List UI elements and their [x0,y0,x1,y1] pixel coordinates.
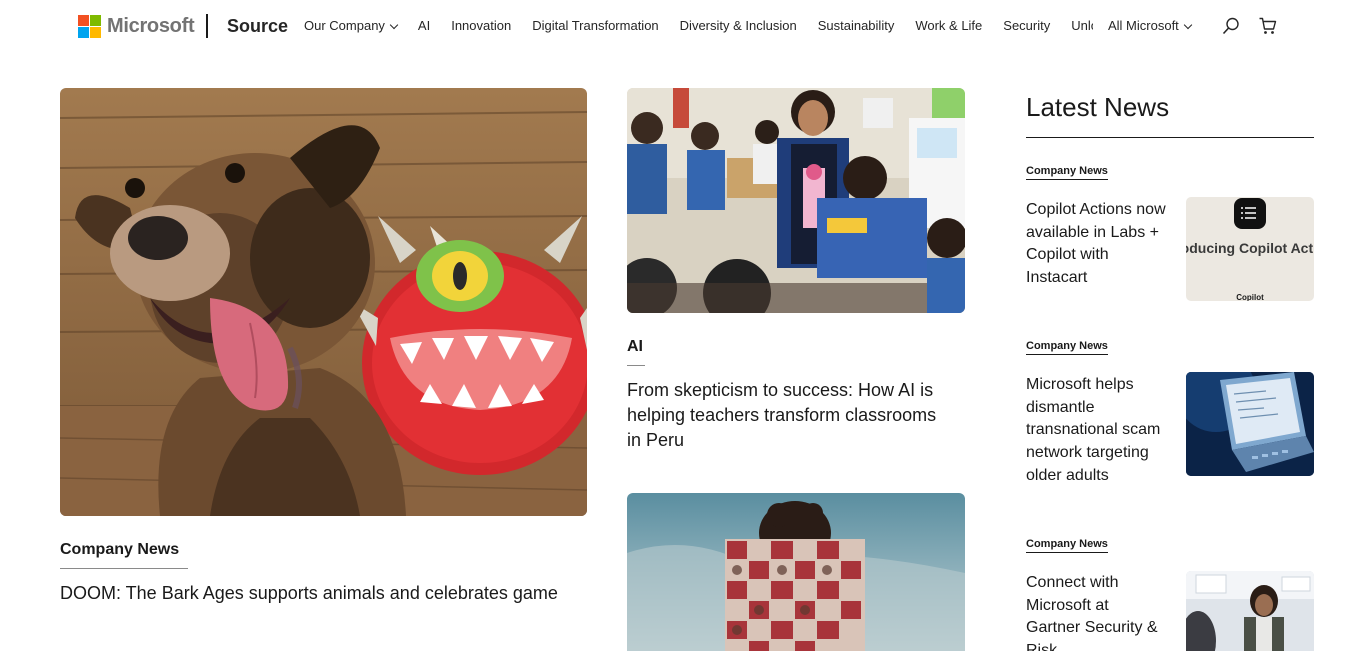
main-nav: Our Company AI Innovation Digital Transf… [304,18,1109,33]
feature-image-dog-doom-plush[interactable] [60,88,587,516]
nav-item-sustainability[interactable]: Sustainability [818,18,895,33]
nav-item-work-life[interactable]: Work & Life [915,18,982,33]
nav-item-diversity-inclusion[interactable]: Diversity & Inclusion [680,18,797,33]
ai-story-tag[interactable]: AI [627,338,643,356]
ai-story-tag-underline [627,365,645,366]
thumb-caption: Copilot [1236,293,1264,301]
story-image-face-collage[interactable] [627,493,965,651]
search-icon[interactable] [1221,16,1241,36]
chevron-down-icon [1183,20,1193,30]
latest-item-tag[interactable]: Company News [1026,340,1108,355]
feature-headline[interactable]: DOOM: The Bark Ages supports animals and… [60,581,560,606]
nav-item-our-company[interactable]: Our Company [304,18,399,33]
latest-item-thumb-copilot-actions[interactable]: Introducing Copilot Actions Copilot [1186,197,1314,301]
latest-news-rule [1026,137,1314,138]
brand-name: Microsoft [107,15,195,37]
nav-item-innovation[interactable]: Innovation [451,18,511,33]
nav-item-ai[interactable]: AI [418,18,430,33]
latest-news-title: Latest News [1026,92,1170,122]
feature-tag-underline [60,568,188,569]
ai-story-headline[interactable]: From skepticism to success: How AI is he… [627,378,947,453]
nav-item-digital-transformation[interactable]: Digital Transformation [532,18,658,33]
nav-item-unlocked[interactable]: Unlo [1071,18,1093,33]
site-title[interactable]: Source [227,16,288,37]
ai-story-image-classroom[interactable] [627,88,965,313]
feature-tag[interactable]: Company News [60,541,179,559]
latest-item-thumb-speaker[interactable] [1186,571,1314,651]
header-divider [206,14,208,38]
microsoft-logo[interactable]: Microsoft [78,15,195,38]
latest-item-tag[interactable]: Company News [1026,165,1108,180]
latest-item-headline[interactable]: Copilot Actions now available in Labs + … [1026,199,1166,290]
cart-icon[interactable] [1258,16,1278,36]
all-microsoft-menu[interactable]: All Microsoft [1108,18,1193,33]
thumb-title: Introducing Copilot Actions [1186,240,1314,256]
nav-item-security[interactable]: Security [1003,18,1050,33]
site-header: Microsoft Source Our Company AI Innovati… [0,0,1366,54]
latest-item-headline[interactable]: Connect with Microsoft at Gartner Securi… [1026,572,1166,651]
latest-item-thumb-laptop-screen[interactable] [1186,372,1314,476]
latest-item-tag[interactable]: Company News [1026,538,1108,553]
microsoft-logo-icon [78,15,101,38]
chevron-down-icon [389,20,399,30]
latest-item-headline[interactable]: Microsoft helps dismantle transnational … [1026,374,1166,488]
